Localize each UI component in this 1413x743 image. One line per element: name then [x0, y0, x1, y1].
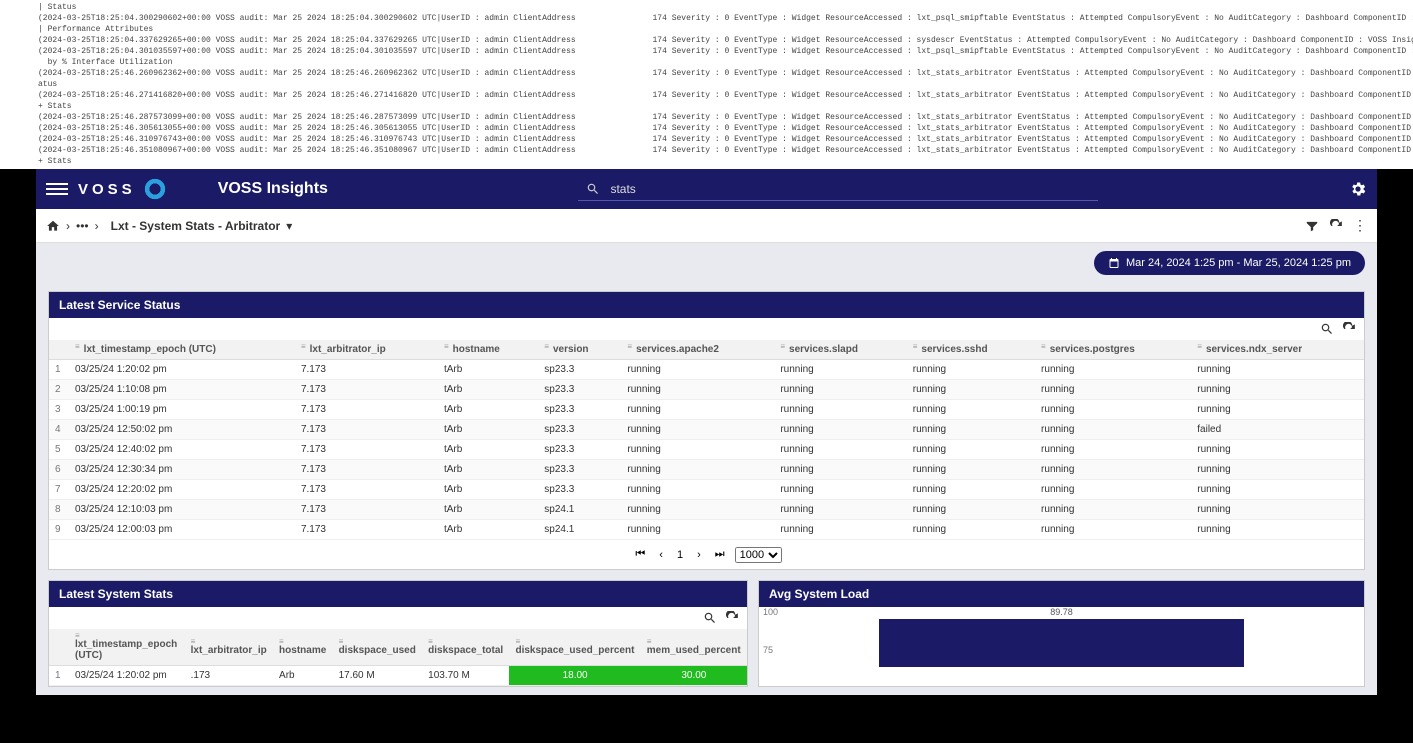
hamburger-menu-icon[interactable]: [46, 183, 68, 195]
avg-load-chart: 100 75 89.78: [759, 607, 1364, 667]
brand-logo: VOSS: [78, 176, 168, 202]
app-header: VOSS VOSS Insights stats: [36, 169, 1377, 209]
timerange-row: Mar 24, 2024 1:25 pm - Mar 25, 2024 1:25…: [36, 243, 1377, 283]
pager-next-icon[interactable]: ›: [693, 547, 705, 563]
terminal-log: | Status (2024-03-25T18:25:04.300290602+…: [0, 0, 1413, 169]
table-row[interactable]: 103/25/24 1:20:02 pm7.173tArbsp23.3runni…: [49, 360, 1364, 380]
pager-page: 1: [673, 547, 687, 563]
page-title[interactable]: Lxt - System Stats - Arbitrator: [111, 219, 281, 233]
y-tick: 100: [763, 607, 778, 617]
logo-text: VOSS: [78, 181, 136, 198]
column-header[interactable]: ≡lxt_arbitrator_ip: [295, 340, 438, 360]
bar-value-label: 89.78: [1050, 607, 1073, 617]
breadcrumb-bar: › ••• › Lxt - System Stats - Arbitrator …: [36, 209, 1377, 243]
table-row[interactable]: 103/25/24 1:20:02 pm.173Arb17.60 M103.70…: [49, 666, 747, 686]
breadcrumb-sep: ›: [95, 219, 99, 233]
column-header[interactable]: ≡version: [538, 340, 621, 360]
filter-icon[interactable]: [1305, 219, 1319, 233]
table-row[interactable]: 603/25/24 12:30:34 pm7.173tArbsp23.3runn…: [49, 460, 1364, 480]
column-header[interactable]: ≡lxt_arbitrator_ip: [185, 629, 273, 666]
panel-title: Avg System Load: [759, 581, 1364, 607]
column-header[interactable]: ≡hostname: [438, 340, 538, 360]
column-header[interactable]: ≡services.ndx_server: [1191, 340, 1364, 360]
table-row[interactable]: 403/25/24 12:50:02 pm7.173tArbsp23.3runn…: [49, 420, 1364, 440]
column-header[interactable]: ≡services.sshd: [907, 340, 1035, 360]
system-stats-table: ≡lxt_timestamp_epoch (UTC)≡lxt_arbitrato…: [49, 629, 747, 686]
panel-search-icon[interactable]: [703, 611, 717, 625]
panel-title: Latest System Stats: [49, 581, 747, 607]
column-header[interactable]: ≡hostname: [273, 629, 333, 666]
pager-prev-icon[interactable]: ‹: [655, 547, 667, 563]
column-header[interactable]: ≡diskspace_used: [333, 629, 423, 666]
search-input[interactable]: stats: [578, 178, 1098, 201]
refresh-icon[interactable]: [1329, 219, 1343, 233]
column-header[interactable]: ≡services.postgres: [1035, 340, 1191, 360]
panel-refresh-icon[interactable]: [1342, 322, 1356, 336]
settings-gear-icon[interactable]: [1349, 180, 1367, 198]
panel-system-stats: Latest System Stats ≡lxt_timestamp_epoch…: [48, 580, 748, 687]
column-header[interactable]: ≡diskspace_total: [422, 629, 509, 666]
pager-size-select[interactable]: 1000: [735, 547, 782, 563]
table-row[interactable]: 203/25/24 1:10:08 pm7.173tArbsp23.3runni…: [49, 380, 1364, 400]
column-header[interactable]: ≡lxt_timestamp_epoch (UTC): [69, 340, 295, 360]
y-tick: 75: [763, 645, 773, 655]
table-row[interactable]: 903/25/24 12:00:03 pm7.173tArbsp24.1runn…: [49, 520, 1364, 540]
kebab-menu-icon[interactable]: ⋮: [1353, 217, 1367, 234]
breadcrumb-sep: ›: [66, 219, 70, 233]
dropdown-caret-icon[interactable]: ▾: [286, 219, 292, 233]
table-row[interactable]: 303/25/24 1:00:19 pm7.173tArbsp23.3runni…: [49, 400, 1364, 420]
column-header[interactable]: ≡services.apache2: [621, 340, 774, 360]
pager-last-icon[interactable]: ⏭: [711, 546, 729, 563]
pager: ⏮ ‹ 1 › ⏭ 1000: [49, 540, 1364, 569]
timerange-label: Mar 24, 2024 1:25 pm - Mar 25, 2024 1:25…: [1126, 257, 1351, 269]
timerange-picker[interactable]: Mar 24, 2024 1:25 pm - Mar 25, 2024 1:25…: [1094, 251, 1365, 275]
search-icon: [586, 182, 600, 196]
column-header[interactable]: ≡lxt_timestamp_epoch (UTC): [69, 629, 185, 666]
home-icon[interactable]: [46, 219, 60, 233]
panel-refresh-icon[interactable]: [725, 611, 739, 625]
column-header[interactable]: ≡mem_used_percent: [641, 629, 747, 666]
table-row[interactable]: 803/25/24 12:10:03 pm7.173tArbsp24.1runn…: [49, 500, 1364, 520]
breadcrumb-ellipsis[interactable]: •••: [76, 219, 89, 233]
column-header[interactable]: ≡diskspace_used_percent: [509, 629, 640, 666]
column-header[interactable]: ≡services.slapd: [774, 340, 906, 360]
search-value: stats: [610, 182, 635, 196]
table-row[interactable]: 503/25/24 12:40:02 pm7.173tArbsp23.3runn…: [49, 440, 1364, 460]
panel-avg-load: Avg System Load 100 75 89.78: [758, 580, 1365, 687]
table-row[interactable]: 703/25/24 12:20:02 pm7.173tArbsp23.3runn…: [49, 480, 1364, 500]
black-lower-band: [0, 695, 1413, 743]
panel-search-icon[interactable]: [1320, 322, 1334, 336]
app-title: VOSS Insights: [218, 180, 328, 198]
service-status-table: ≡lxt_timestamp_epoch (UTC)≡lxt_arbitrato…: [49, 340, 1364, 540]
panel-title: Latest Service Status: [49, 292, 1364, 318]
load-bar: [879, 619, 1244, 667]
panel-service-status: Latest Service Status ≡lxt_timestamp_epo…: [48, 291, 1365, 570]
pager-first-icon[interactable]: ⏮: [631, 546, 649, 563]
logo-ring-icon: [142, 176, 168, 202]
calendar-icon: [1108, 257, 1120, 269]
